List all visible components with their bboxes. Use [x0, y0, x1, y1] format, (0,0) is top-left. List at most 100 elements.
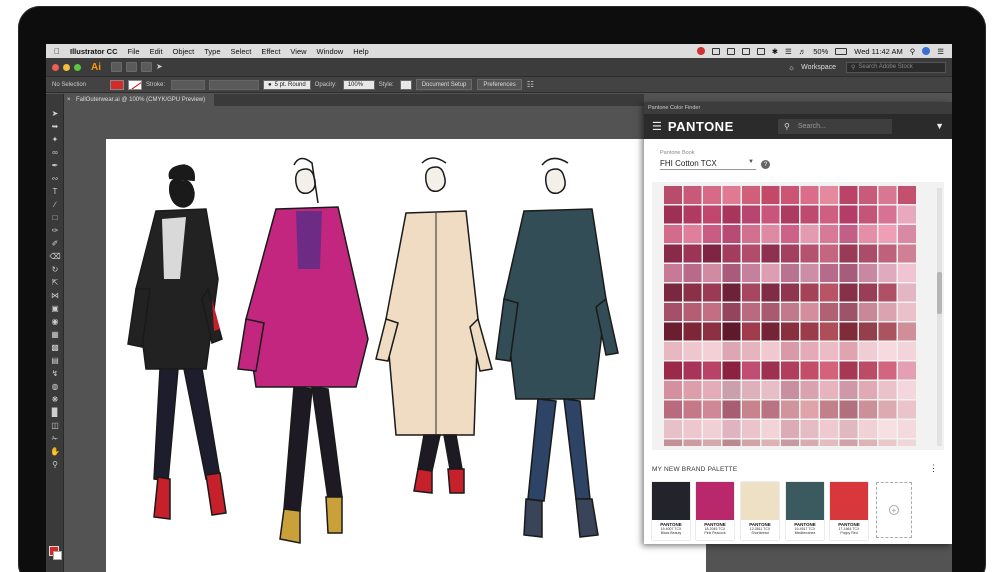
- color-swatch[interactable]: [703, 225, 721, 243]
- color-swatch[interactable]: [722, 186, 741, 204]
- opacity-field[interactable]: 100%: [342, 79, 375, 90]
- color-swatch[interactable]: [859, 303, 877, 321]
- color-swatch[interactable]: [898, 205, 916, 224]
- color-swatch[interactable]: [703, 283, 721, 302]
- brush-definition-field[interactable]: ● 5 pt. Round: [263, 79, 311, 90]
- color-swatch[interactable]: [761, 420, 780, 438]
- palette-swatch-card[interactable]: PANTONE 18-2045 TCX Pink Peacock: [696, 482, 734, 540]
- rotate-tool-icon[interactable]: ↻: [49, 264, 61, 275]
- color-swatch[interactable]: [781, 186, 799, 204]
- color-swatch[interactable]: [761, 381, 780, 399]
- color-swatch[interactable]: [781, 303, 799, 321]
- color-swatch[interactable]: [742, 225, 760, 243]
- stock-icon[interactable]: [126, 62, 137, 72]
- arrange-icon[interactable]: ☷: [527, 80, 534, 89]
- bridge-icon[interactable]: [111, 62, 122, 72]
- workspace-switcher[interactable]: Workspace: [801, 64, 836, 71]
- color-swatch[interactable]: [800, 439, 819, 447]
- color-swatch[interactable]: [664, 361, 682, 380]
- variable-width-field[interactable]: [209, 79, 260, 90]
- status-icon[interactable]: [741, 47, 750, 55]
- paintbrush-tool-icon[interactable]: ✑: [49, 225, 61, 236]
- width-tool-icon[interactable]: ⋈: [49, 290, 61, 301]
- line-tool-icon[interactable]: ∕: [49, 199, 61, 210]
- color-swatch[interactable]: [722, 303, 741, 321]
- color-swatch[interactable]: [703, 205, 721, 224]
- color-swatch-grid[interactable]: [664, 186, 926, 446]
- menu-app-name[interactable]: Illustrator CC: [70, 47, 118, 56]
- adobe-stock-search-input[interactable]: ⚲ Search Adobe Stock: [846, 61, 946, 73]
- color-swatch[interactable]: [898, 361, 916, 380]
- color-swatch[interactable]: [800, 186, 819, 204]
- color-swatch[interactable]: [859, 439, 877, 447]
- menu-type[interactable]: Type: [204, 47, 220, 56]
- direct-selection-tool-icon[interactable]: ➥: [49, 121, 61, 132]
- color-swatch[interactable]: [839, 420, 858, 438]
- color-swatch[interactable]: [703, 303, 721, 321]
- scrollbar-track[interactable]: [937, 188, 942, 446]
- color-swatch[interactable]: [683, 439, 702, 447]
- color-swatch[interactable]: [898, 264, 916, 282]
- zoom-tool-icon[interactable]: ⚲: [49, 459, 61, 470]
- stroke-label[interactable]: Stroke:: [146, 82, 165, 88]
- color-swatch[interactable]: [898, 225, 916, 243]
- color-swatch[interactable]: [664, 186, 682, 204]
- color-swatch[interactable]: [722, 225, 741, 243]
- scale-tool-icon[interactable]: ⇱: [49, 277, 61, 288]
- color-swatch[interactable]: [742, 439, 760, 447]
- color-swatch[interactable]: [781, 225, 799, 243]
- fill-color-swatch[interactable]: [110, 79, 124, 90]
- color-swatch[interactable]: [742, 186, 760, 204]
- creative-cloud-icon[interactable]: [696, 47, 705, 55]
- color-swatch[interactable]: [859, 400, 877, 419]
- document-tab[interactable]: × FallOuterwear.ai @ 100% (CMYK/GPU Prev…: [64, 94, 214, 106]
- menu-help[interactable]: Help: [353, 47, 368, 56]
- color-swatch[interactable]: [683, 225, 702, 243]
- color-swatch[interactable]: [859, 244, 877, 263]
- color-swatch[interactable]: [683, 322, 702, 341]
- user-icon[interactable]: [922, 47, 931, 55]
- color-swatch[interactable]: [800, 303, 819, 321]
- color-swatch[interactable]: [703, 264, 721, 282]
- color-swatch[interactable]: [878, 381, 897, 399]
- color-swatch[interactable]: [683, 420, 702, 438]
- color-swatch[interactable]: [859, 322, 877, 341]
- add-color-button[interactable]: +: [876, 482, 912, 538]
- color-swatch[interactable]: [781, 420, 799, 438]
- color-swatch[interactable]: [878, 283, 897, 302]
- color-swatch[interactable]: [781, 381, 799, 399]
- color-swatch[interactable]: [722, 322, 741, 341]
- color-swatch[interactable]: [683, 381, 702, 399]
- color-swatch[interactable]: [878, 225, 897, 243]
- color-swatch[interactable]: [898, 283, 916, 302]
- color-swatch[interactable]: [703, 400, 721, 419]
- color-swatch[interactable]: [742, 400, 760, 419]
- gradient-tool-icon[interactable]: ▤: [49, 355, 61, 366]
- color-swatch[interactable]: [859, 361, 877, 380]
- color-swatch[interactable]: [781, 264, 799, 282]
- color-swatch[interactable]: [742, 420, 760, 438]
- color-swatch[interactable]: [800, 283, 819, 302]
- status-icon[interactable]: [711, 47, 720, 55]
- color-swatch[interactable]: [664, 400, 682, 419]
- pantone-book-dropdown[interactable]: FHI Cotton TCX ▼: [660, 158, 756, 170]
- color-swatch[interactable]: [800, 400, 819, 419]
- color-swatch[interactable]: [859, 205, 877, 224]
- color-swatch[interactable]: [820, 264, 838, 282]
- rectangle-tool-icon[interactable]: □: [49, 212, 61, 223]
- palette-swatch-card[interactable]: PANTONE 12-0811 TCX Shortbread: [741, 482, 779, 540]
- color-swatch[interactable]: [878, 420, 897, 438]
- color-swatch[interactable]: [781, 322, 799, 341]
- color-swatch[interactable]: [820, 186, 838, 204]
- color-swatch[interactable]: [664, 205, 682, 224]
- color-swatch[interactable]: [820, 303, 838, 321]
- color-swatch[interactable]: [722, 381, 741, 399]
- color-swatch[interactable]: [722, 439, 741, 447]
- arrange-documents-icon[interactable]: [141, 62, 152, 72]
- color-swatch[interactable]: [839, 244, 858, 263]
- color-swatch[interactable]: [800, 264, 819, 282]
- gpu-performance-icon[interactable]: ➤: [156, 62, 167, 72]
- status-icon[interactable]: [726, 47, 735, 55]
- color-swatch[interactable]: [703, 186, 721, 204]
- scrollbar-thumb[interactable]: [937, 272, 942, 314]
